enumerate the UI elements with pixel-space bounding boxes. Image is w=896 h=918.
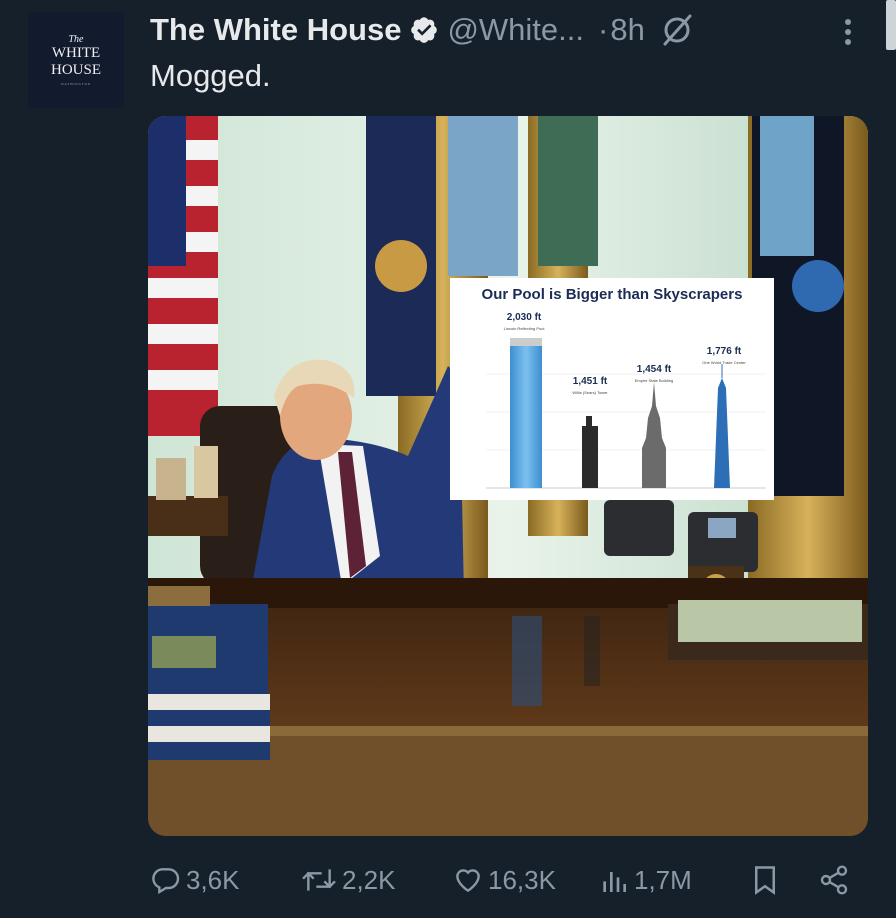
reply-button[interactable]: 3,6K — [150, 858, 240, 902]
reply-icon — [152, 868, 180, 895]
label-name-3: Empire State Building — [634, 378, 674, 383]
separator-dot: · — [598, 12, 609, 47]
label-value-2: 1,451 ft — [572, 376, 608, 387]
verified-badge-icon[interactable] — [409, 15, 439, 45]
bar-empire-state — [642, 382, 666, 488]
bookmark-button[interactable] — [750, 858, 780, 902]
avatar[interactable]: The WHITE HOUSE WASHINGTON — [28, 12, 124, 108]
share-button[interactable] — [818, 858, 850, 902]
share-icon — [820, 865, 848, 895]
tweet-text: Mogged. — [150, 58, 271, 93]
views-icon — [603, 872, 626, 892]
tweet-photo[interactable]: Our Pool is Bigger than Skyscrapers 2,03… — [148, 116, 868, 836]
scrollbar[interactable] — [886, 0, 896, 50]
timestamp[interactable]: 8h — [610, 12, 644, 48]
label-name-2: Willis (Sears) Tower — [572, 390, 608, 395]
grok-icon[interactable] — [659, 12, 695, 48]
label-value-1: 2,030 ft — [506, 312, 542, 323]
label-value-4: 1,776 ft — [706, 346, 742, 357]
us-flag — [148, 116, 218, 436]
like-button[interactable]: 16,3K — [452, 858, 556, 902]
reply-count: 3,6K — [186, 864, 240, 895]
account-handle[interactable]: @White... — [447, 12, 584, 48]
label-name-1: Lincoln Reflecting Pool — [503, 326, 545, 331]
action-bar: 3,6K 2,2K 16,3K 1,7M — [150, 858, 870, 902]
repost-icon — [302, 869, 336, 891]
views-button[interactable]: 1,7M — [598, 858, 692, 902]
bar-lincoln-pool — [510, 344, 542, 488]
label-name-4: One World Trade Center — [702, 360, 746, 365]
chart-poster: Our Pool is Bigger than Skyscrapers 2,03… — [450, 278, 774, 500]
label-value-3: 1,454 ft — [636, 364, 672, 375]
repost-count: 2,2K — [342, 864, 396, 895]
like-icon — [456, 869, 480, 893]
tweet-header: The White House @White... · 8h — [150, 10, 870, 50]
avatar-text-line1: The — [68, 33, 84, 45]
repost-button[interactable]: 2,2K — [300, 858, 396, 902]
avatar-text-line2: WHITE — [51, 44, 101, 61]
more-icon[interactable] — [836, 14, 860, 50]
views-count: 1,7M — [634, 864, 692, 895]
bar-one-wtc — [714, 378, 730, 488]
account-name[interactable]: The White House — [150, 12, 401, 48]
like-count: 16,3K — [488, 864, 556, 895]
bar-willis-tower — [582, 416, 598, 488]
bookmark-icon — [755, 866, 775, 895]
avatar-text-line4: WASHINGTON — [61, 81, 91, 86]
avatar-text-line3: HOUSE — [50, 61, 101, 78]
